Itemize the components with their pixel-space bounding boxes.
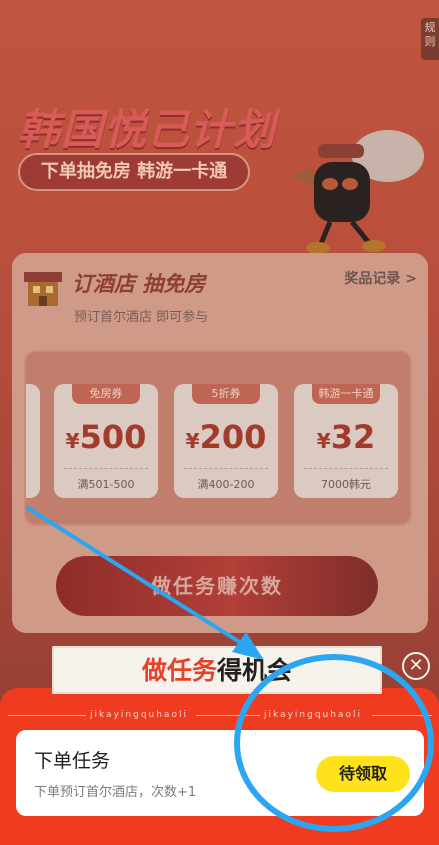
close-icon[interactable]: ✕: [402, 652, 430, 680]
pinyin-decor-right: jikayingquhaoli: [264, 710, 362, 720]
task-name: 下单任务: [34, 750, 111, 772]
coupon-carousel[interactable]: 免房券 ¥500 满501-500 5折券 ¥200 满400-200 韩游一卡…: [24, 350, 412, 526]
coupon-condition: 满501-500: [77, 478, 135, 491]
pinyin-decor-left: jikayingquhaoli: [90, 710, 188, 720]
coupon-card: 5折券 ¥200 满400-200: [174, 384, 278, 498]
coupon-partial: [26, 384, 40, 498]
hotel-icon: [24, 272, 62, 306]
card-title: 订酒店 抽免房: [72, 272, 206, 296]
coupon-divider: [64, 468, 148, 469]
decor-line: [372, 715, 432, 716]
coupon-tag: 5折券: [192, 384, 260, 404]
card-subtitle: 预订首尔酒店 即可参与: [74, 310, 209, 325]
do-tasks-button[interactable]: 做任务赚次数: [56, 556, 378, 616]
hero-subtitle: 下单抽免房 韩游一卡通: [18, 153, 250, 191]
sheet-title: 做任务得机会: [141, 656, 293, 685]
coupon-divider: [184, 468, 268, 469]
coupon-amount: ¥500: [65, 418, 147, 456]
mascot-illustration: [290, 130, 424, 254]
coupon-card: 免房券 ¥500 满501-500: [54, 384, 158, 498]
decor-line: [8, 715, 86, 716]
rules-tab[interactable]: 规则: [421, 18, 439, 60]
claim-button[interactable]: 待领取: [316, 756, 410, 792]
coupon-divider: [304, 468, 388, 469]
hero-title: 韩国悦己计划: [18, 106, 277, 153]
coupon-amount: ¥32: [316, 418, 376, 456]
decor-line: [196, 715, 260, 716]
coupon-condition: 满400-200: [197, 478, 255, 491]
task-description: 下单预订首尔酒店，次数+1: [34, 785, 197, 800]
coupon-amount: ¥200: [185, 418, 267, 456]
coupon-card: 韩游一卡通 ¥32 7000韩元: [294, 384, 398, 498]
coupon-condition: 7000韩元: [321, 478, 371, 491]
coupon-tag: 免房券: [72, 384, 140, 404]
prize-record-link[interactable]: 奖品记录 >: [344, 268, 417, 288]
coupon-tag: 韩游一卡通: [312, 384, 380, 404]
